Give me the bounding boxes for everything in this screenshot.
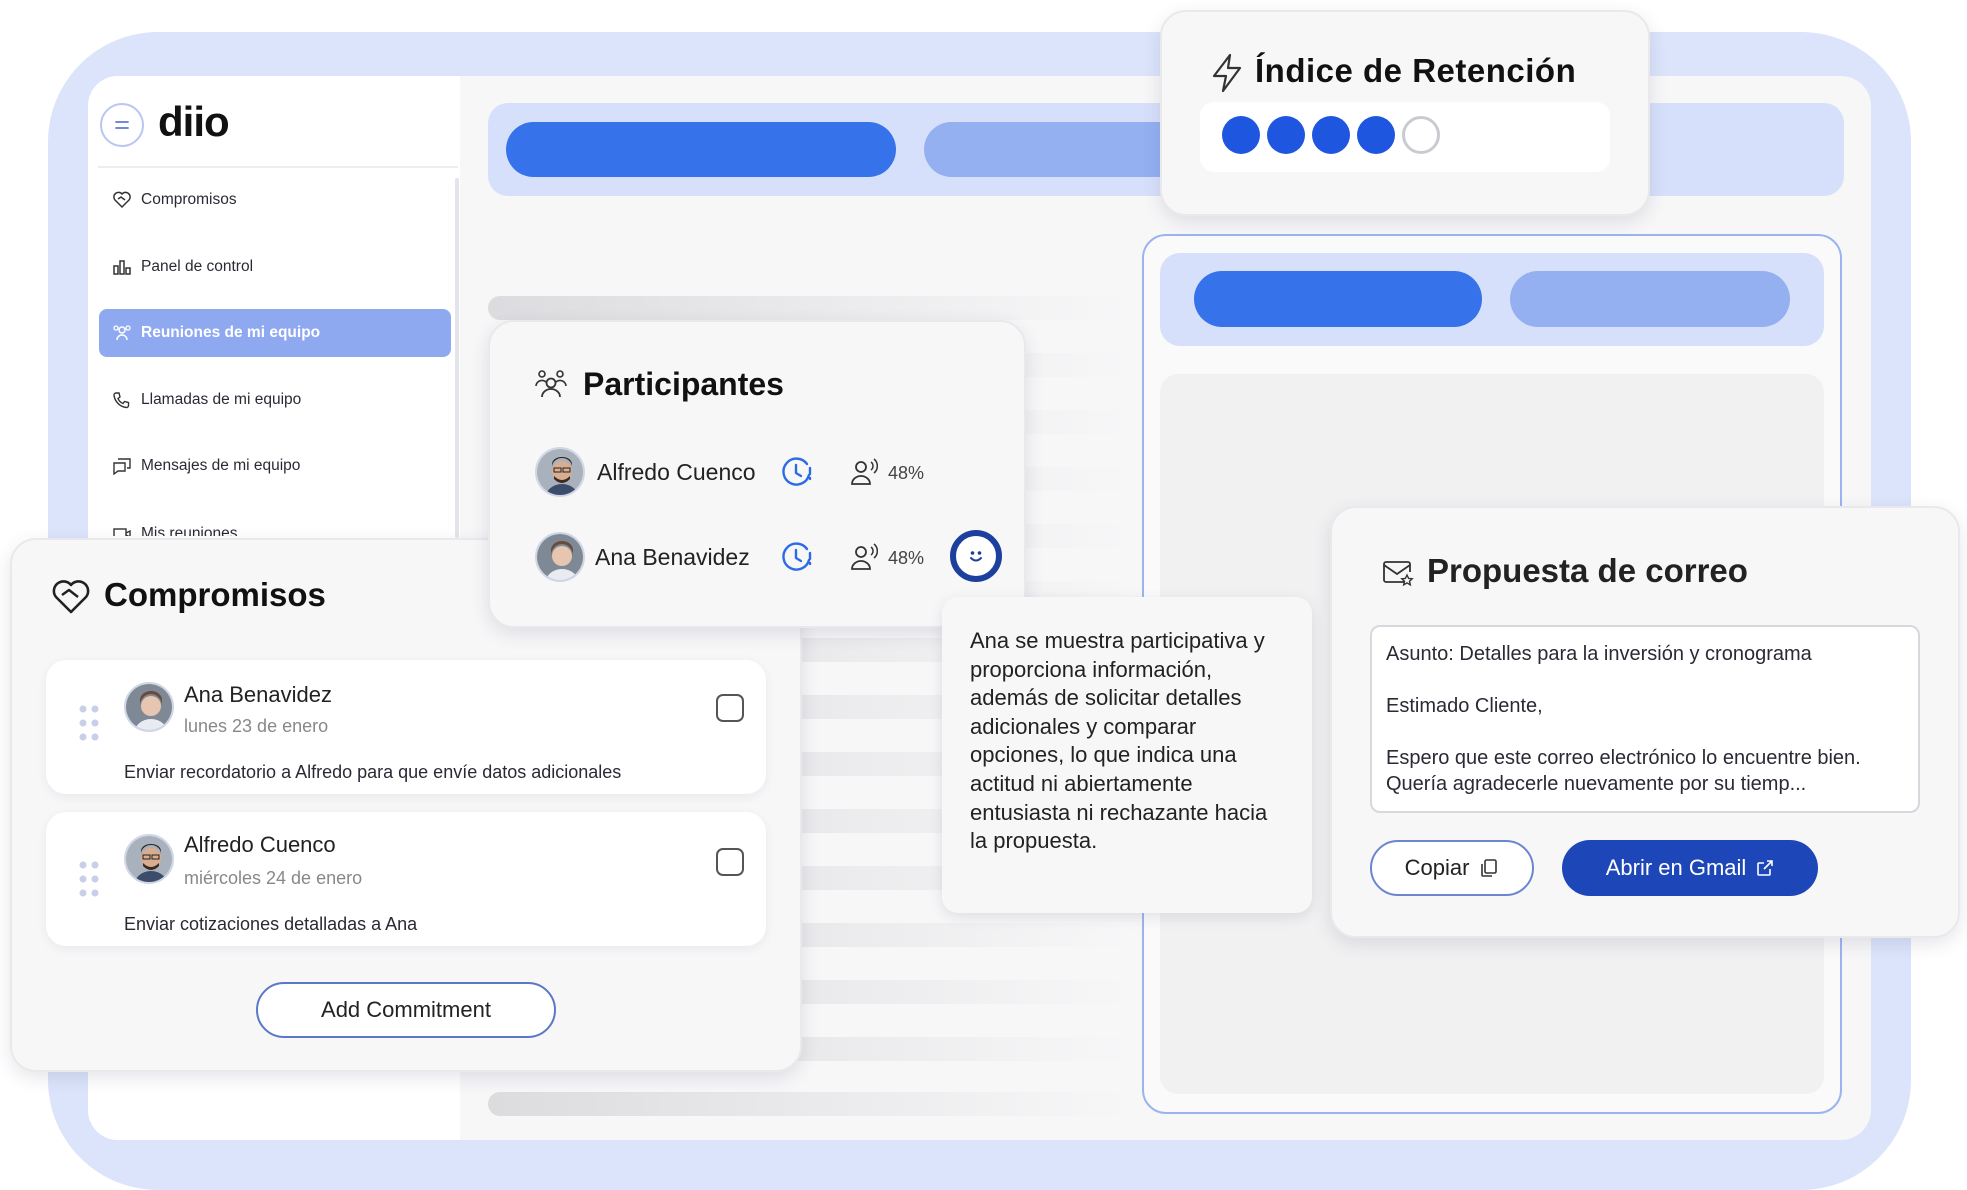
placeholder-line: [488, 296, 1128, 320]
avatar: [535, 447, 585, 497]
smile-icon: [970, 551, 982, 562]
commitments-title: Compromisos: [104, 576, 326, 613]
commitment-item[interactable]: Alfredo Cuenco miércoles 24 de enero Env…: [46, 812, 766, 946]
avatar: [124, 682, 174, 732]
lightning-icon: [1208, 52, 1246, 94]
add-commitment-button[interactable]: Add Commitment: [256, 982, 556, 1038]
email-subject: Asunto: Detalles para la inversión y cro…: [1386, 643, 1812, 665]
sidebar-divider: [98, 166, 458, 168]
drag-handle-icon[interactable]: [78, 860, 100, 898]
participant-name: Alfredo Cuenco: [597, 459, 756, 485]
copy-icon: [1481, 859, 1498, 877]
avatar: [535, 532, 585, 582]
sentiment-tooltip-text: Ana se muestra participativa y proporcio…: [970, 628, 1268, 854]
avatar: [124, 834, 174, 884]
mail-star-icon: [1382, 558, 1414, 588]
detail-tab-secondary[interactable]: [1510, 271, 1790, 327]
placeholder-tab-primary[interactable]: [506, 122, 896, 177]
commitment-owner: Ana Benavidez: [184, 682, 332, 707]
retention-dot-filled: [1312, 116, 1350, 154]
email-body: Espero que este correo electrónico lo en…: [1386, 747, 1861, 795]
clock-alert-icon: [780, 540, 814, 574]
copy-button[interactable]: Copiar: [1370, 840, 1534, 896]
participants-title: Participantes: [583, 366, 784, 402]
commitment-owner: Alfredo Cuenco: [184, 832, 336, 857]
retention-title: Índice de Retención: [1255, 52, 1577, 89]
commitment-item[interactable]: Ana Benavidez lunes 23 de enero Enviar r…: [46, 660, 766, 794]
sentiment-button[interactable]: [950, 530, 1002, 582]
participant-talk-percent: 48%: [888, 548, 925, 568]
app-logo: diio: [158, 98, 230, 145]
detail-tab-primary[interactable]: [1194, 271, 1482, 327]
commitment-checkbox[interactable]: [716, 694, 744, 722]
commitment-date: lunes 23 de enero: [184, 716, 329, 736]
participant-talk-percent: 48%: [888, 463, 925, 483]
drag-handle-icon[interactable]: [78, 704, 100, 742]
email-greeting: Estimado Cliente,: [1386, 695, 1543, 717]
commitment-checkbox[interactable]: [716, 848, 744, 876]
sidebar-scrollbar[interactable]: [455, 178, 459, 538]
external-link-icon: [1757, 860, 1774, 876]
email-draft-textarea[interactable]: Asunto: Detalles para la inversión y cro…: [1370, 625, 1920, 813]
handshake-heart-icon: [50, 578, 92, 616]
gmail-button-label: Abrir en Gmail: [1605, 855, 1747, 880]
clock-alert-icon: [780, 455, 814, 489]
participant-name: Ana Benavidez: [595, 544, 750, 570]
participants-icon: [534, 366, 568, 400]
talk-time-icon: [850, 458, 878, 486]
talk-time-icon: [850, 543, 878, 571]
menu-button[interactable]: [100, 103, 144, 147]
commitment-description: Enviar recordatorio a Alfredo para que e…: [124, 762, 622, 782]
email-proposal-title: Propuesta de correo: [1427, 552, 1748, 589]
placeholder-line: [488, 1092, 1128, 1116]
retention-dot-filled: [1267, 116, 1305, 154]
open-in-gmail-button[interactable]: Abrir en Gmail: [1562, 840, 1818, 896]
retention-dot-empty: [1402, 116, 1440, 154]
commitment-description: Enviar cotizaciones detalladas a Ana: [124, 914, 418, 934]
copy-button-label: Copiar: [1404, 855, 1470, 880]
retention-dot-filled: [1222, 116, 1260, 154]
commitment-date: miércoles 24 de enero: [184, 868, 363, 888]
menu-icon: [115, 121, 129, 129]
retention-dot-filled: [1357, 116, 1395, 154]
